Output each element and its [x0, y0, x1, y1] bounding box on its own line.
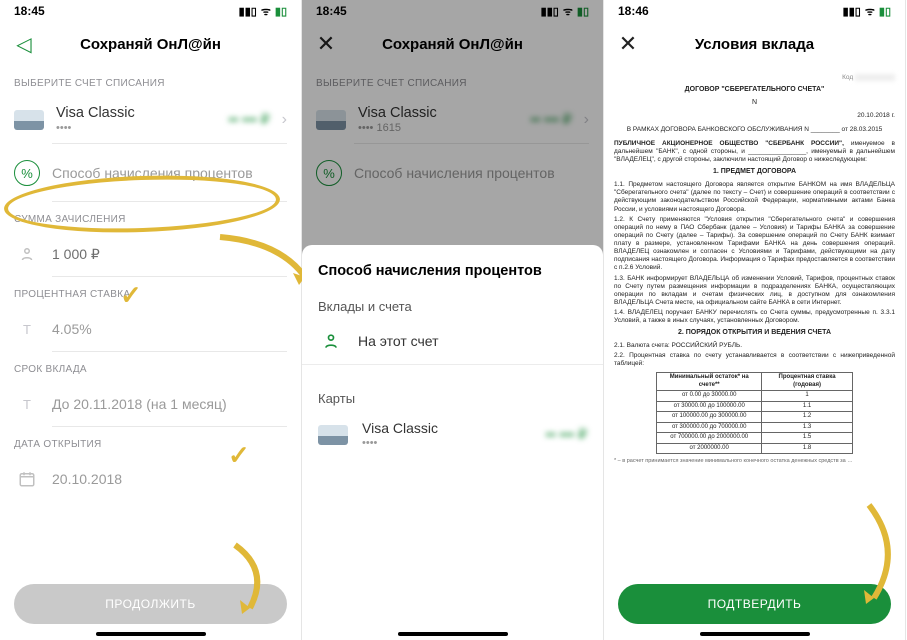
- card-name: Visa Classic: [56, 105, 216, 121]
- term-value: До 20.11.2018 (на 1 месяц): [52, 396, 227, 412]
- card-icon: [318, 425, 348, 445]
- card-balance: •• ••• ₽: [228, 111, 269, 128]
- wallet-icon: [14, 241, 40, 267]
- doc-p14: 1.4. ВЛАДЕЛЕЦ поручает БАНКУ перечислять…: [614, 309, 895, 325]
- wifi-icon: ᯤ: [865, 4, 875, 19]
- rate-value: 4.05%: [52, 321, 92, 337]
- open-date: 20.10.2018: [52, 471, 122, 487]
- doc-title: ДОГОВОР "СБЕРЕГАТЕЛЬНОГО СЧЕТА": [614, 86, 895, 95]
- confirm-button[interactable]: ПОДТВЕРДИТЬ: [618, 584, 891, 624]
- screen-deposit-form: 18:45 ▮▮▯ ᯤ ▮▯ ◁ Сохраняй ОнЛ@йн ВЫБЕРИТ…: [0, 0, 302, 640]
- card-name: Visa Classic: [362, 420, 532, 436]
- nav-bar: ◁ Сохраняй ОнЛ@йн: [0, 22, 301, 66]
- doc-p11: 1.1. Предметом настоящего Договора являе…: [614, 181, 895, 214]
- amount-row[interactable]: 1 000 ₽: [0, 231, 301, 277]
- time: 18:45: [14, 4, 45, 18]
- chevron-right-icon: ›: [282, 111, 287, 129]
- card-icon: [14, 110, 44, 130]
- percent-icon: %: [14, 160, 40, 186]
- table-row: от 300000.00 до 700000.001.3: [657, 422, 853, 433]
- status-bar: 18:45 ▮▮▯ ᯤ ▮▯: [0, 0, 301, 22]
- signal-icon: ▮▮▯: [843, 5, 861, 18]
- home-indicator[interactable]: [398, 632, 508, 636]
- th-balance: Минимальный остаток* на счете**: [657, 373, 762, 391]
- table-row: от 2000000.001.8: [657, 443, 853, 454]
- calendar-icon: [14, 466, 40, 492]
- source-account-row[interactable]: Visa Classic •••• •• ••• ₽ ›: [0, 95, 301, 144]
- doc-p21: 2.1. Валюта счета: РОССИЙСКИЙ РУБЛЬ.: [614, 342, 895, 350]
- sheet-group-deposits: Вклады и счета: [302, 291, 603, 318]
- open-label: ДАТА ОТКРЫТИЯ: [0, 427, 301, 456]
- table-row: от 100000.00 до 300000.001.2: [657, 412, 853, 423]
- sheet-group-cards: Карты: [302, 383, 603, 410]
- home-indicator[interactable]: [700, 632, 810, 636]
- battery-icon: ▮▯: [879, 5, 891, 18]
- doc-section-1: 1. ПРЕДМЕТ ДОГОВОРА: [614, 168, 895, 177]
- nav-bar: ✕ Условия вклада: [604, 22, 905, 66]
- doc-code-label: Код: [842, 74, 853, 81]
- doc-intro-bank: ПУБЛИЧНОЕ АКЦИОНЕРНОЕ ОБЩЕСТВО "СБЕРБАНК…: [614, 140, 844, 147]
- card-balance: •• ••• ₽: [546, 426, 587, 443]
- doc-section-2: 2. ПОРЯДОК ОТКРЫТИЯ И ВЕДЕНИЯ СЧЕТА: [614, 329, 895, 338]
- back-button[interactable]: ◁: [12, 32, 36, 56]
- doc-number: N: [614, 99, 895, 108]
- option-card[interactable]: Visa Classic •••• •• ••• ₽: [302, 410, 603, 459]
- close-button[interactable]: ✕: [616, 32, 640, 56]
- home-indicator[interactable]: [96, 632, 206, 636]
- text-icon: T: [14, 391, 40, 417]
- page-title: Сохраняй ОнЛ@йн: [80, 36, 221, 53]
- account-label: ВЫБЕРИТЕ СЧЕТ СПИСАНИЯ: [0, 66, 301, 95]
- rate-label: ПРОЦЕНТНАЯ СТАВКА: [0, 277, 301, 306]
- status-icons: ▮▮▯ ᯤ ▮▯: [843, 4, 891, 19]
- table-row: от 700000.00 до 2000000.001.5: [657, 433, 853, 444]
- time: 18:46: [618, 4, 649, 18]
- term-label: СРОК ВКЛАДА: [0, 352, 301, 381]
- card-mask: ••••: [362, 437, 532, 449]
- amount-label: СУММА ЗАЧИСЛЕНИЯ: [0, 202, 301, 231]
- contract-document[interactable]: Код ДОГОВОР "СБЕРЕГАТЕЛЬНОГО СЧЕТА" N 20…: [604, 66, 905, 568]
- redacted: [855, 74, 895, 81]
- rate-row: T 4.05%: [0, 306, 301, 352]
- screen-interest-sheet: 18:45 ▮▮▯ ᯤ ▮▯ ✕ Сохраняй ОнЛ@йн ВЫБЕРИТ…: [302, 0, 604, 640]
- screen-terms: 18:46 ▮▮▯ ᯤ ▮▯ ✕ Условия вклада Код ДОГО…: [604, 0, 906, 640]
- term-row[interactable]: T До 20.11.2018 (на 1 месяц): [0, 381, 301, 427]
- status-bar: 18:46 ▮▮▯ ᯤ ▮▯: [604, 0, 905, 22]
- page-title: Условия вклада: [695, 36, 814, 53]
- doc-p12: 1.2. К Счету применяются "Условия открыт…: [614, 216, 895, 273]
- sheet-title: Способ начисления процентов: [302, 261, 603, 291]
- rates-table: Минимальный остаток* на счете**Процентна…: [656, 372, 853, 454]
- th-rate: Процентная ставка (годовая): [762, 373, 853, 391]
- text-icon: T: [14, 316, 40, 342]
- option-this-account[interactable]: На этот счет: [302, 318, 603, 365]
- card-mask: ••••: [56, 122, 216, 134]
- interest-method-text: Способ начисления процентов: [52, 165, 253, 181]
- open-date-row: 20.10.2018: [0, 456, 301, 502]
- wifi-icon: ᯤ: [261, 4, 271, 19]
- doc-p22: 2.2. Процентная ставка по счету устанавл…: [614, 352, 895, 368]
- doc-footnote: * – в расчет принимается значение минима…: [614, 458, 895, 465]
- status-icons: ▮▮▯ ᯤ ▮▯: [239, 4, 287, 19]
- continue-button[interactable]: ПРОДОЛЖИТЬ: [14, 584, 287, 624]
- doc-p13: 1.3. БАНК информирует ВЛАДЕЛЬЦА об измен…: [614, 275, 895, 308]
- wallet-icon: [318, 328, 344, 354]
- doc-date: 20.10.2018 г.: [614, 112, 895, 120]
- table-row: от 30000.00 до 100000.001.1: [657, 401, 853, 412]
- interest-sheet: Способ начисления процентов Вклады и сче…: [302, 245, 603, 640]
- option-label: На этот счет: [358, 333, 439, 349]
- signal-icon: ▮▮▯: [239, 5, 257, 18]
- interest-method-row[interactable]: % Способ начисления процентов: [0, 144, 301, 202]
- doc-frame: В РАМКАХ ДОГОВОРА БАНКОВСКОГО ОБСЛУЖИВАН…: [627, 126, 883, 133]
- amount-value: 1 000 ₽: [52, 246, 100, 263]
- battery-icon: ▮▯: [275, 5, 287, 18]
- table-row: от 0.00 до 30000.001: [657, 391, 853, 402]
